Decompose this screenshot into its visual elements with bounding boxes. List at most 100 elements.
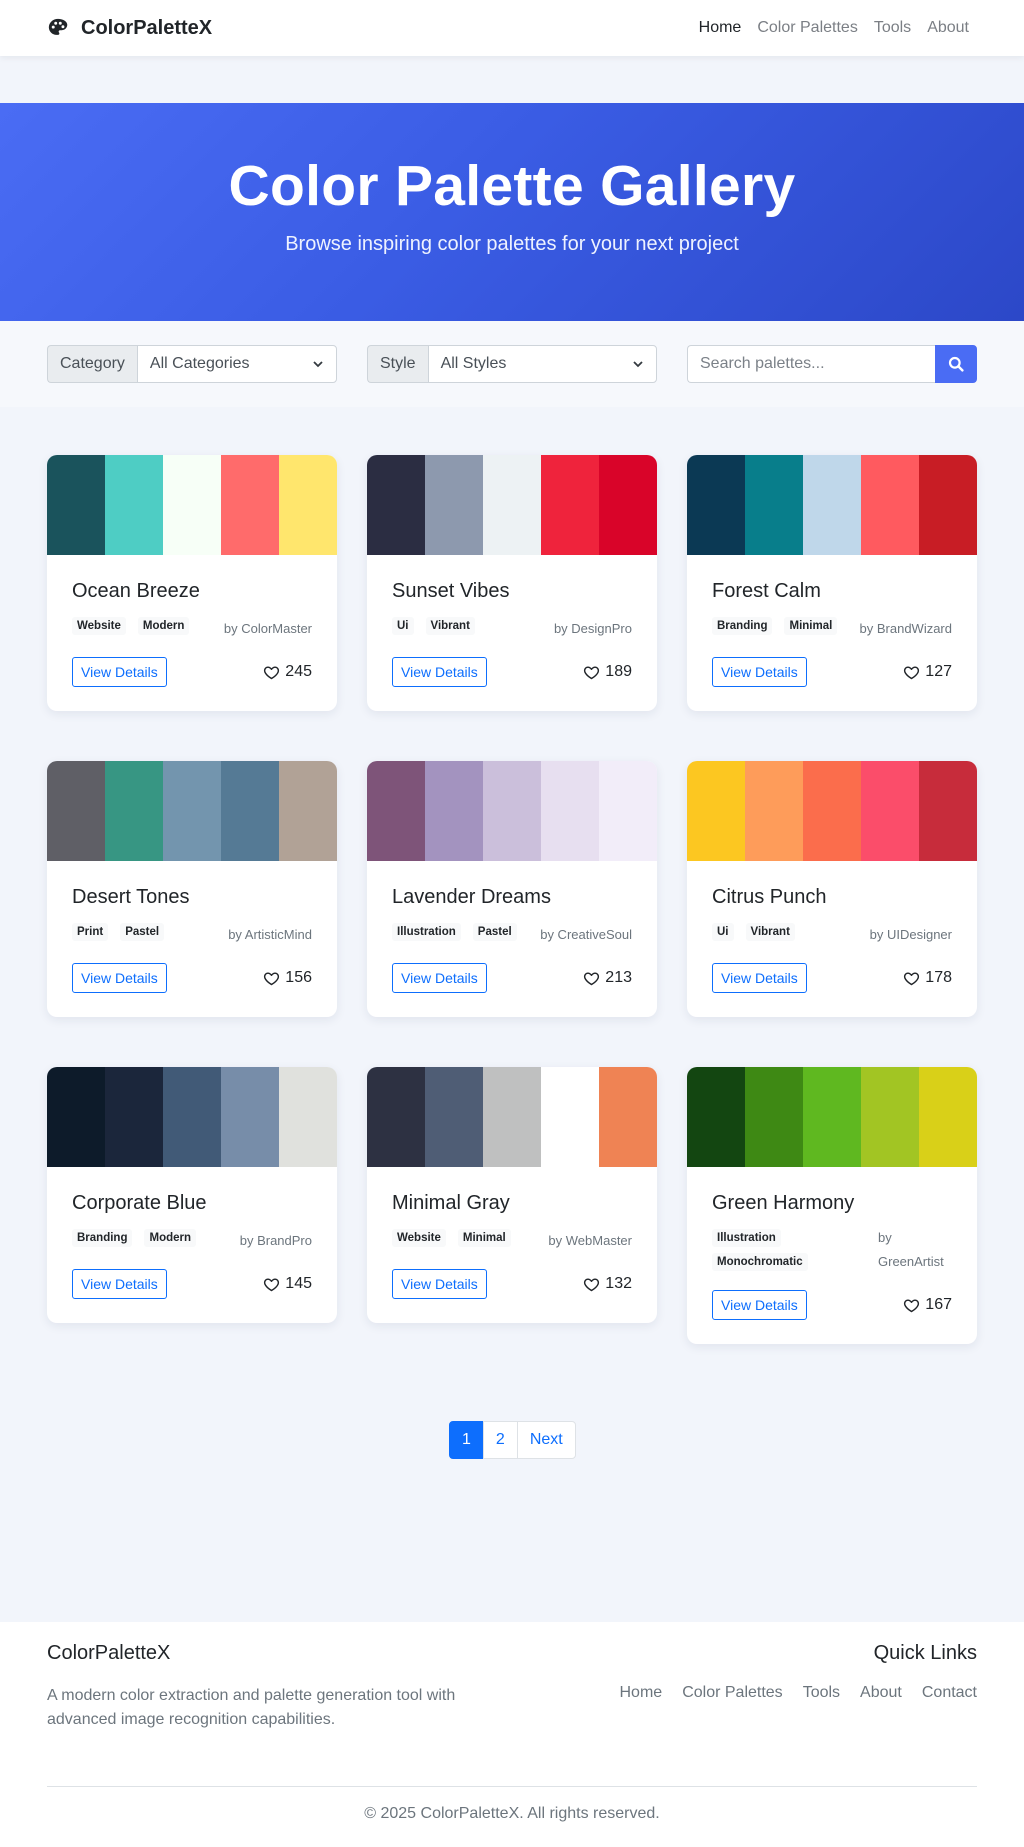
view-details-button[interactable]: View Details (392, 963, 487, 993)
color-swatch[interactable] (367, 761, 425, 861)
tag-badge: Print (72, 923, 109, 941)
nav-link-tools[interactable]: Tools (874, 19, 911, 37)
color-swatch[interactable] (803, 1067, 861, 1167)
color-swatch[interactable] (861, 761, 919, 861)
color-swatch[interactable] (367, 1067, 425, 1167)
color-swatch[interactable] (105, 1067, 163, 1167)
color-swatch[interactable] (221, 761, 279, 861)
color-swatch[interactable] (105, 455, 163, 555)
view-details-button[interactable]: View Details (712, 1290, 807, 1320)
view-details-button[interactable]: View Details (72, 1269, 167, 1299)
footer-link-color-palettes[interactable]: Color Palettes (682, 1684, 783, 1702)
color-swatch[interactable] (425, 1067, 483, 1167)
footer-link-contact[interactable]: Contact (922, 1684, 977, 1702)
nav-link-home[interactable]: Home (699, 19, 742, 37)
color-swatch[interactable] (919, 761, 977, 861)
like-button[interactable]: 245 (263, 663, 312, 681)
footer-link-tools[interactable]: Tools (803, 1684, 840, 1702)
color-swatch[interactable] (279, 455, 337, 555)
card-body: Sunset Vibes Ui Vibrant by DesignPro View De… (367, 555, 657, 711)
color-swatch[interactable] (541, 455, 599, 555)
color-swatch[interactable] (861, 1067, 919, 1167)
color-swatch[interactable] (105, 761, 163, 861)
palette-swatches (47, 1067, 337, 1167)
tag-badge: Website (392, 1229, 446, 1247)
color-swatch[interactable] (745, 761, 803, 861)
color-swatch[interactable] (803, 455, 861, 555)
copyright: © 2025 ColorPaletteX. All rights reserve… (364, 1805, 660, 1822)
like-button[interactable]: 145 (263, 1275, 312, 1293)
page-1-button[interactable]: 1 (449, 1421, 484, 1459)
color-swatch[interactable] (47, 455, 105, 555)
like-button[interactable]: 156 (263, 969, 312, 987)
category-filter: Category All Categories (47, 345, 337, 383)
like-button[interactable]: 213 (583, 969, 632, 987)
color-swatch[interactable] (687, 1067, 745, 1167)
color-swatch[interactable] (163, 455, 221, 555)
color-swatch[interactable] (861, 455, 919, 555)
color-swatch[interactable] (483, 1067, 541, 1167)
color-swatch[interactable] (163, 761, 221, 861)
color-swatch[interactable] (687, 455, 745, 555)
palette-title: Ocean Breeze (72, 580, 200, 602)
like-button[interactable]: 167 (903, 1296, 952, 1314)
palette-swatches (367, 1067, 657, 1167)
color-swatch[interactable] (483, 455, 541, 555)
brand[interactable]: ColorPaletteX (47, 17, 212, 40)
palette-meta: Ui Vibrant by DesignPro (392, 617, 632, 641)
like-button[interactable]: 178 (903, 969, 952, 987)
color-swatch[interactable] (919, 455, 977, 555)
color-swatch[interactable] (687, 761, 745, 861)
color-swatch[interactable] (367, 455, 425, 555)
next-page-button[interactable]: Next (516, 1421, 576, 1459)
color-swatch[interactable] (47, 1067, 105, 1167)
card-actions: View Details 245 (72, 657, 312, 687)
nav-link-color-palettes[interactable]: Color Palettes (757, 19, 858, 37)
color-swatch[interactable] (541, 761, 599, 861)
color-swatch[interactable] (221, 455, 279, 555)
page-2-button[interactable]: 2 (482, 1421, 518, 1459)
view-details-button[interactable]: View Details (712, 657, 807, 687)
color-swatch[interactable] (279, 1067, 337, 1167)
color-swatch[interactable] (745, 1067, 803, 1167)
view-details-button[interactable]: View Details (72, 657, 167, 687)
like-button[interactable]: 127 (903, 663, 952, 681)
tag-badge: Modern (137, 617, 190, 635)
palette-meta: Print Pastel by ArtisticMind (72, 923, 312, 947)
view-details-button[interactable]: View Details (392, 1269, 487, 1299)
search-input[interactable] (687, 345, 935, 383)
footer-link-home[interactable]: Home (620, 1684, 663, 1702)
color-swatch[interactable] (425, 455, 483, 555)
tag-badge: Illustration (392, 923, 461, 941)
heart-icon (903, 664, 920, 681)
color-swatch[interactable] (919, 1067, 977, 1167)
palette-author: by WebMaster (548, 1233, 632, 1248)
color-swatch[interactable] (483, 761, 541, 861)
view-details-button[interactable]: View Details (72, 963, 167, 993)
category-select[interactable]: All Categories (136, 345, 337, 383)
view-details-button[interactable]: View Details (392, 657, 487, 687)
color-swatch[interactable] (599, 455, 657, 555)
style-select[interactable]: All Styles (427, 345, 657, 383)
color-swatch[interactable] (599, 761, 657, 861)
color-swatch[interactable] (599, 1067, 657, 1167)
palette-swatches (687, 1067, 977, 1167)
color-swatch[interactable] (745, 455, 803, 555)
search-button[interactable] (935, 345, 977, 383)
color-swatch[interactable] (803, 761, 861, 861)
palette-title: Forest Calm (712, 580, 821, 602)
view-details-button[interactable]: View Details (712, 963, 807, 993)
color-swatch[interactable] (47, 761, 105, 861)
footer: ColorPaletteX A modern color extraction … (0, 1622, 1024, 1847)
card-actions: View Details 167 (712, 1290, 952, 1320)
color-swatch[interactable] (163, 1067, 221, 1167)
nav-link-about[interactable]: About (927, 19, 969, 37)
footer-link-about[interactable]: About (860, 1684, 902, 1702)
color-swatch[interactable] (221, 1067, 279, 1167)
color-swatch[interactable] (279, 761, 337, 861)
like-button[interactable]: 189 (583, 663, 632, 681)
tag-badge: Branding (712, 617, 773, 635)
color-swatch[interactable] (541, 1067, 599, 1167)
like-button[interactable]: 132 (583, 1275, 632, 1293)
color-swatch[interactable] (425, 761, 483, 861)
